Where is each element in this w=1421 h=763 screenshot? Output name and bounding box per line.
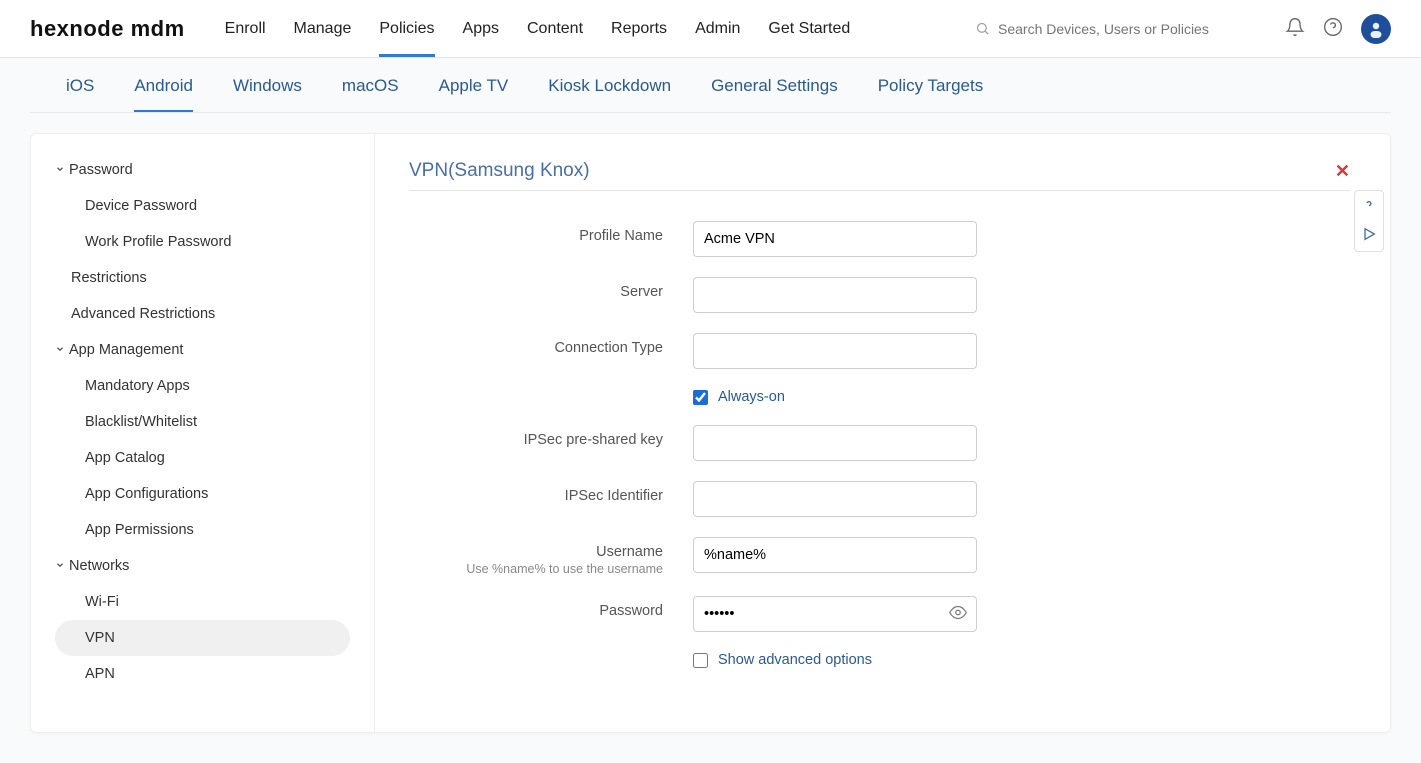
label-password: Password: [599, 603, 663, 619]
platform-tab-windows[interactable]: Windows: [233, 76, 302, 112]
page-title: VPN(Samsung Knox): [409, 160, 590, 182]
main-nav-content[interactable]: Content: [527, 0, 583, 57]
platform-tab-policy-targets[interactable]: Policy Targets: [878, 76, 984, 112]
sidebar-item-app-catalog[interactable]: App Catalog: [55, 440, 350, 476]
checkbox-advanced[interactable]: [693, 653, 708, 668]
bell-icon[interactable]: [1285, 17, 1305, 40]
checkbox-always-on[interactable]: [693, 390, 708, 405]
hint-username: Use %name% to use the username: [409, 562, 663, 576]
close-icon[interactable]: ✕: [1335, 161, 1350, 182]
main-nav-manage[interactable]: Manage: [294, 0, 352, 57]
sidebar-item-mandatory-apps[interactable]: Mandatory Apps: [55, 368, 350, 404]
main-area: VPN(Samsung Knox) ✕ Profile Name Server: [375, 134, 1390, 732]
platform-tabs: iOS Android Windows macOS Apple TV Kiosk Lock…: [30, 58, 1391, 113]
help-question-icon[interactable]: [1361, 197, 1377, 216]
avatar[interactable]: [1361, 14, 1391, 44]
search-icon: [975, 21, 990, 36]
label-advanced[interactable]: Show advanced options: [718, 652, 872, 668]
panel: Password Device PasswordWork Profile Pass…: [30, 133, 1391, 733]
label-always-on[interactable]: Always-on: [718, 389, 785, 405]
content-wrap: iOS Android Windows macOS Apple TV Kiosk Lock…: [0, 58, 1421, 763]
platform-tab-general-settings[interactable]: General Settings: [711, 76, 838, 112]
sidebar-item-wi-fi[interactable]: Wi-Fi: [55, 584, 350, 620]
sidebar-item-app-configurations[interactable]: App Configurations: [55, 476, 350, 512]
label-ipsec-id: IPSec Identifier: [565, 488, 663, 504]
search-input[interactable]: [998, 21, 1255, 37]
help-icon[interactable]: [1323, 17, 1343, 40]
row-server: Server: [409, 277, 1350, 313]
row-always-on: Always-on: [409, 389, 1350, 405]
topbar: hexnode mdm Enroll Manage Policies Apps Cont…: [0, 0, 1421, 58]
row-profile-name: Profile Name: [409, 221, 1350, 257]
play-icon[interactable]: [1361, 226, 1377, 245]
sidebar-group-app-management[interactable]: App Management: [55, 332, 350, 368]
policy-sidebar: Password Device PasswordWork Profile Pass…: [31, 134, 375, 732]
sidebar-item-apn[interactable]: APN: [55, 656, 350, 692]
platform-tab-kiosk-lockdown[interactable]: Kiosk Lockdown: [548, 76, 671, 112]
chevron-down-icon: [55, 342, 65, 358]
platform-tab-android[interactable]: Android: [134, 76, 193, 112]
chevron-down-icon: [55, 162, 65, 178]
input-username[interactable]: [693, 537, 977, 573]
eye-icon[interactable]: [949, 604, 967, 625]
sidebar-group-label: App Management: [69, 342, 183, 358]
sidebar-group-label: Networks: [69, 558, 129, 574]
input-ipsec-id[interactable]: [693, 481, 977, 517]
main-nav-admin[interactable]: Admin: [695, 0, 740, 57]
select-connection-type[interactable]: [693, 333, 977, 369]
search-box[interactable]: [975, 21, 1255, 37]
row-ipsec-psk: IPSec pre-shared key: [409, 425, 1350, 461]
sidebar-item-blacklist-whitelist[interactable]: Blacklist/Whitelist: [55, 404, 350, 440]
main-nav: Enroll Manage Policies Apps Content Reports Ad…: [225, 0, 851, 57]
main-nav-apps[interactable]: Apps: [463, 0, 499, 57]
main-header: VPN(Samsung Knox) ✕: [409, 160, 1350, 191]
input-profile-name[interactable]: [693, 221, 977, 257]
sidebar-item-device-password[interactable]: Device Password: [55, 188, 350, 224]
label-ipsec-psk: IPSec pre-shared key: [524, 432, 663, 448]
chevron-down-icon: [55, 558, 65, 574]
main-nav-policies[interactable]: Policies: [379, 0, 434, 57]
top-icons: [1285, 14, 1391, 44]
brand-logo: hexnode mdm: [30, 16, 185, 42]
main-nav-get-started[interactable]: Get Started: [768, 0, 850, 57]
main-nav-reports[interactable]: Reports: [611, 0, 667, 57]
row-username: Username Use %name% to use the username: [409, 537, 1350, 576]
label-connection-type: Connection Type: [554, 340, 663, 356]
input-ipsec-psk[interactable]: [693, 425, 977, 461]
row-advanced: Show advanced options: [409, 652, 1350, 668]
sidebar-item-advanced-restrictions[interactable]: Advanced Restrictions: [55, 296, 350, 332]
label-server: Server: [620, 284, 663, 300]
help-rail: [1354, 190, 1384, 252]
sidebar-item-vpn[interactable]: VPN: [55, 620, 350, 656]
row-connection-type: Connection Type: [409, 333, 1350, 369]
sidebar-item-app-permissions[interactable]: App Permissions: [55, 512, 350, 548]
platform-tab-apple-tv[interactable]: Apple TV: [439, 76, 509, 112]
sidebar-item-restrictions[interactable]: Restrictions: [55, 260, 350, 296]
input-server[interactable]: [693, 277, 977, 313]
platform-tab-ios[interactable]: iOS: [66, 76, 94, 112]
sidebar-item-work-profile-password[interactable]: Work Profile Password: [55, 224, 350, 260]
row-ipsec-id: IPSec Identifier: [409, 481, 1350, 517]
input-password[interactable]: [693, 596, 977, 632]
main-nav-enroll[interactable]: Enroll: [225, 0, 266, 57]
platform-tab-macos[interactable]: macOS: [342, 76, 399, 112]
label-username: Username: [596, 544, 663, 560]
sidebar-group-networks[interactable]: Networks: [55, 548, 350, 584]
row-password: Password: [409, 596, 1350, 632]
sidebar-group-password[interactable]: Password: [55, 152, 350, 188]
sidebar-group-label: Password: [69, 162, 133, 178]
label-profile-name: Profile Name: [579, 228, 663, 244]
